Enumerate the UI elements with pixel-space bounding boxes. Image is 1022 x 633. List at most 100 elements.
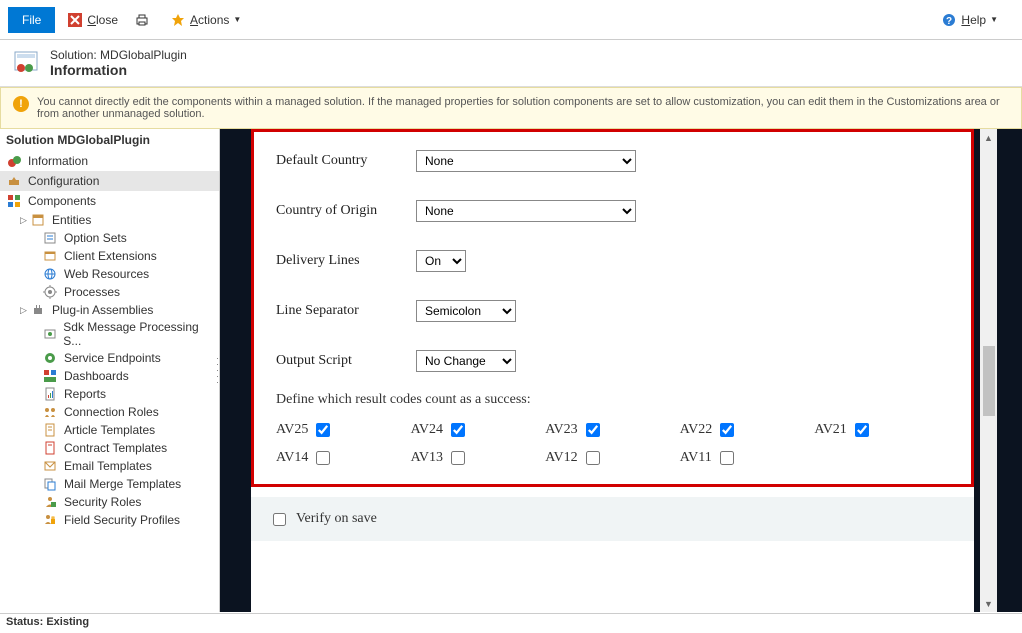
entities-icon [30, 212, 46, 228]
warning-bar: ! You cannot directly edit the component… [0, 87, 1022, 129]
sidebar-item-configuration[interactable]: Configuration [0, 171, 219, 191]
actions-label: Actions [190, 13, 229, 27]
tree-label: Sdk Message Processing S... [63, 320, 213, 348]
result-code-cell: AV11 [680, 450, 815, 466]
expander-icon[interactable]: ▷ [20, 305, 30, 316]
email-icon [42, 458, 58, 474]
help-label: Help [961, 13, 986, 27]
print-icon [134, 12, 150, 28]
warning-text: You cannot directly edit the components … [37, 96, 1009, 120]
chevron-down-icon: ▼ [233, 15, 241, 24]
tree-label: Contract Templates [64, 441, 167, 455]
processes-icon [42, 284, 58, 300]
scroll-up-icon[interactable]: ▲ [980, 129, 997, 146]
tree-item-processes[interactable]: Processes [36, 283, 219, 301]
connroles-icon [42, 404, 58, 420]
contract-icon [42, 440, 58, 456]
tree-label: Security Roles [64, 495, 141, 509]
sidebar-item-components[interactable]: Components [0, 191, 219, 211]
result-code-checkbox[interactable] [316, 423, 330, 437]
tree-label: Entities [52, 213, 91, 227]
tree-label: Plug-in Assemblies [52, 303, 153, 317]
tree-label: Connection Roles [64, 405, 159, 419]
result-code-label: AV11 [680, 450, 712, 466]
result-code-cell: AV24 [411, 422, 546, 438]
tree-label: Reports [64, 387, 106, 401]
endpoint-icon [42, 350, 58, 366]
print-button[interactable] [134, 12, 154, 28]
result-code-label: AV13 [411, 450, 443, 466]
tree-item-option-sets[interactable]: Option Sets [36, 229, 219, 247]
status-bar: Status: Existing [0, 613, 1022, 633]
tree-item-service-endpoints[interactable]: Service Endpoints [36, 349, 219, 367]
tree-item-plugin-assemblies[interactable]: ▷ Plug-in Assemblies [14, 301, 219, 319]
star-icon [170, 12, 186, 28]
scroll-thumb[interactable] [983, 346, 995, 416]
result-code-checkbox[interactable] [451, 423, 465, 437]
page-title: Information [50, 62, 187, 78]
vertical-scrollbar[interactable]: ▲ ▼ [980, 129, 997, 612]
tree-item-article-templates[interactable]: Article Templates [36, 421, 219, 439]
result-code-cell: AV22 [680, 422, 815, 438]
tree-label: Processes [64, 285, 120, 299]
tree-item-connection-roles[interactable]: Connection Roles [36, 403, 219, 421]
plugin-icon [30, 302, 46, 318]
tree-item-dashboards[interactable]: Dashboards [36, 367, 219, 385]
tree-item-field-security[interactable]: Field Security Profiles [36, 511, 219, 529]
scroll-down-icon[interactable]: ▼ [980, 595, 997, 612]
tree-item-sdk-message[interactable]: Sdk Message Processing S... [36, 319, 219, 349]
tree-item-mail-merge[interactable]: Mail Merge Templates [36, 475, 219, 493]
webres-icon [42, 266, 58, 282]
tree-item-security-roles[interactable]: Security Roles [36, 493, 219, 511]
result-code-checkbox[interactable] [316, 451, 330, 465]
result-code-checkbox[interactable] [720, 451, 734, 465]
tree-label: Client Extensions [64, 249, 157, 263]
sidebar: Solution MDGlobalPlugin Information Conf… [0, 129, 220, 612]
sidebar-item-label: Configuration [28, 174, 99, 188]
result-code-checkbox[interactable] [451, 451, 465, 465]
default-country-label: Default Country [276, 153, 416, 169]
content-area: Default Country None Country of Origin N… [220, 129, 1022, 612]
line-separator-label: Line Separator [276, 303, 416, 319]
result-code-checkbox[interactable] [855, 423, 869, 437]
tree-item-reports[interactable]: Reports [36, 385, 219, 403]
top-toolbar: File Close Actions ▼ ? Help ▼ [0, 0, 1022, 40]
secroles-icon [42, 494, 58, 510]
file-button[interactable]: File [8, 7, 55, 33]
page-header: Solution: MDGlobalPlugin Information [0, 40, 1022, 87]
result-code-cell: AV25 [276, 422, 411, 438]
result-code-checkbox[interactable] [720, 423, 734, 437]
dashboard-icon [42, 368, 58, 384]
result-code-label: AV25 [276, 422, 308, 438]
tree-label: Web Resources [64, 267, 149, 281]
tree-item-web-resources[interactable]: Web Resources [36, 265, 219, 283]
tree-label: Email Templates [64, 459, 152, 473]
expander-icon[interactable]: ▷ [20, 215, 30, 226]
result-code-cell: AV21 [814, 422, 949, 438]
sidebar-item-label: Components [28, 194, 96, 208]
help-button[interactable]: ? Help ▼ [941, 12, 998, 28]
default-country-select[interactable]: None [416, 150, 636, 172]
result-code-checkbox[interactable] [586, 451, 600, 465]
tree-item-email-templates[interactable]: Email Templates [36, 457, 219, 475]
solution-icon [12, 49, 40, 77]
result-code-checkbox[interactable] [586, 423, 600, 437]
line-separator-select[interactable]: Semicolon [416, 300, 516, 322]
tree-label: Field Security Profiles [64, 513, 180, 527]
actions-button[interactable]: Actions ▼ [170, 12, 241, 28]
sidebar-item-information[interactable]: Information [0, 151, 219, 171]
close-button[interactable]: Close [67, 12, 118, 28]
warning-icon: ! [13, 96, 29, 112]
output-script-select[interactable]: No Change [416, 350, 516, 372]
tree-item-client-extensions[interactable]: Client Extensions [36, 247, 219, 265]
verify-checkbox[interactable] [273, 513, 286, 526]
tree-item-contract-templates[interactable]: Contract Templates [36, 439, 219, 457]
sidebar-item-label: Information [28, 154, 88, 168]
country-origin-select[interactable]: None [416, 200, 636, 222]
tree-item-entities[interactable]: ▷ Entities [14, 211, 219, 229]
verify-label: Verify on save [296, 511, 377, 527]
result-code-cell: AV14 [276, 450, 411, 466]
result-code-label: AV23 [545, 422, 577, 438]
result-code-label: AV12 [545, 450, 577, 466]
delivery-lines-select[interactable]: On [416, 250, 466, 272]
